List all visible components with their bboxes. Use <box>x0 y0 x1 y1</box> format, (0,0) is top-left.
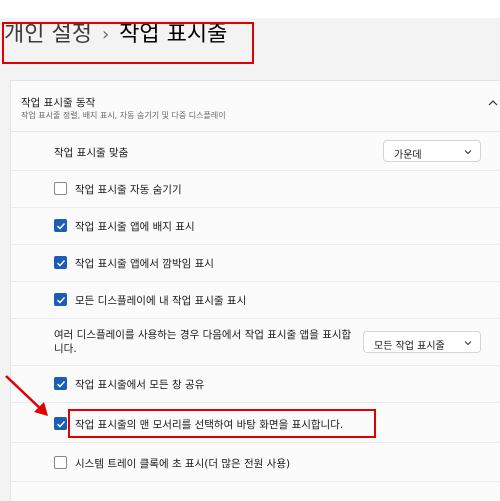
multi-display-row: 여러 디스플레이를 사용하는 경우 다음에서 작업 표시줄 앱을 표시합니다. … <box>11 319 500 366</box>
taskbar-behaviors-panel: 작업 표시줄 동작 작업 표시줄 정렬, 배지 표시, 자동 숨기기 및 다중 … <box>10 80 500 501</box>
alignment-label: 작업 표시줄 맞춤 <box>54 147 129 159</box>
show-desktop-label: 작업 표시줄의 맨 모서리를 선택하여 바탕 화면을 표시합니다. <box>75 419 344 431</box>
all-displays-label: 모든 디스플레이에 내 작업 표시줄 표시 <box>75 295 247 307</box>
checkbox-row-flashing[interactable]: 작업 표시줄 앱에서 깜박임 표시 <box>11 245 500 282</box>
breadcrumb-parent[interactable]: 개인 설정 <box>4 24 92 46</box>
breadcrumb-separator: › <box>101 24 110 45</box>
autohide-checkbox[interactable] <box>54 182 67 195</box>
checkbox-row-badges[interactable]: 작업 표시줄 앱에 배지 표시 <box>11 208 500 245</box>
alignment-row: 작업 표시줄 맞춤 가운데 <box>11 132 500 171</box>
checkmark-icon <box>57 297 66 304</box>
seconds-checkbox[interactable] <box>54 456 67 469</box>
seconds-label: 시스템 트레이 클록에 초 표시(더 많은 전원 사용) <box>75 458 291 470</box>
checkbox-row-show-desktop[interactable]: 작업 표시줄의 맨 모서리를 선택하여 바탕 화면을 표시합니다. <box>11 406 500 443</box>
all-displays-checkbox[interactable] <box>54 293 67 306</box>
share-window-label: 작업 표시줄에서 모든 창 공유 <box>75 379 205 391</box>
badges-label: 작업 표시줄 앱에 배지 표시 <box>75 221 195 233</box>
badges-checkbox[interactable] <box>54 219 67 232</box>
checkbox-row-share-window[interactable]: 작업 표시줄에서 모든 창 공유 <box>11 366 500 403</box>
breadcrumb: 개인 설정 › 작업 표시줄 <box>4 24 227 46</box>
checkbox-row-seconds[interactable]: 시스템 트레이 클록에 초 표시(더 많은 전원 사용) <box>11 445 500 482</box>
multi-display-select[interactable]: 모든 작업 표시줄 <box>363 331 481 353</box>
checkbox-row-all-displays[interactable]: 모든 디스플레이에 내 작업 표시줄 표시 <box>11 282 500 319</box>
checkbox-row-autohide[interactable]: 작업 표시줄 자동 숨기기 <box>11 171 500 208</box>
flashing-checkbox[interactable] <box>54 256 67 269</box>
red-arrow-icon <box>5 375 48 416</box>
checkmark-icon <box>57 260 66 267</box>
multi-display-select-value: 모든 작업 표시줄 <box>374 341 445 352</box>
section-title: 작업 표시줄 동작 <box>21 97 96 109</box>
chevron-down-icon <box>464 150 472 155</box>
header: 개인 설정 › 작업 표시줄 <box>0 0 500 64</box>
autohide-label: 작업 표시줄 자동 숨기기 <box>75 184 182 196</box>
chevron-up-icon[interactable] <box>487 97 499 109</box>
alignment-select[interactable]: 가운데 <box>383 140 481 162</box>
chevron-down-icon <box>464 341 472 346</box>
section-header[interactable]: 작업 표시줄 동작 작업 표시줄 정렬, 배지 표시, 자동 숨기기 및 다중 … <box>11 81 500 132</box>
checkmark-icon <box>57 223 66 230</box>
header-top-strip <box>0 0 500 18</box>
alignment-select-value: 가운데 <box>394 150 422 161</box>
section-subtitle: 작업 표시줄 정렬, 배지 표시, 자동 숨기기 및 다중 디스플레이 <box>21 111 226 120</box>
multi-display-label: 여러 디스플레이를 사용하는 경우 다음에서 작업 표시줄 앱을 표시합니다. <box>54 329 352 355</box>
flashing-label: 작업 표시줄 앱에서 깜박임 표시 <box>75 258 214 270</box>
page-title: 작업 표시줄 <box>119 22 228 47</box>
